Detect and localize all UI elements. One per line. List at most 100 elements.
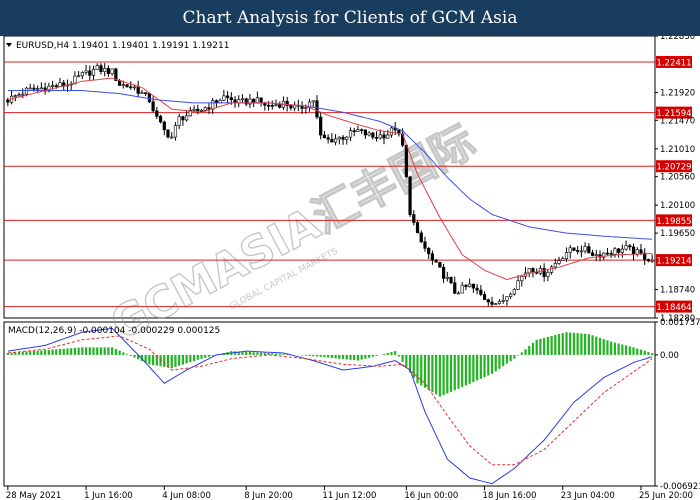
price-tick-label: 1.21010 bbox=[660, 145, 695, 155]
candle-body bbox=[594, 254, 598, 256]
candle-body bbox=[471, 283, 475, 289]
chart-area[interactable]: GCMASIA汇丰国际 GLOBAL CAPITAL MARKETS 1.224… bbox=[0, 36, 700, 500]
candle-body bbox=[17, 94, 21, 96]
candle-body bbox=[77, 75, 81, 78]
candle-body bbox=[549, 266, 554, 273]
candle-body bbox=[378, 134, 382, 139]
candle-body bbox=[546, 272, 550, 277]
candle-body bbox=[475, 287, 479, 291]
candle-body bbox=[628, 245, 632, 248]
level-label: 1.19214 bbox=[656, 257, 691, 267]
candle-body bbox=[371, 132, 375, 138]
macd-pane[interactable] bbox=[3, 321, 656, 487]
candle-body bbox=[173, 125, 178, 138]
candle-body bbox=[360, 129, 364, 131]
candle-body bbox=[58, 82, 62, 87]
candle-body bbox=[482, 294, 487, 300]
candle-body bbox=[129, 86, 133, 89]
candle-body bbox=[613, 248, 617, 255]
candle-body bbox=[468, 283, 472, 287]
candle-body bbox=[252, 98, 256, 104]
time-tick-label: 28 May 2021 bbox=[6, 491, 61, 500]
price-tick-label: 1.21920 bbox=[660, 88, 695, 98]
candle-body bbox=[646, 259, 651, 262]
time-tick-label: 23 Jun 04:00 bbox=[561, 491, 615, 500]
candle-body bbox=[423, 241, 427, 249]
level-label: 1.22411 bbox=[656, 58, 691, 68]
candle-body bbox=[583, 246, 587, 252]
candle-body bbox=[512, 289, 516, 295]
candle-body bbox=[527, 268, 531, 274]
candle-body bbox=[211, 100, 215, 110]
time-tick-label: 8 Jun 20:00 bbox=[244, 491, 293, 500]
candle-body bbox=[170, 136, 174, 139]
candle-body bbox=[333, 138, 338, 143]
time-tick-label: 18 Jun 16:00 bbox=[483, 491, 537, 500]
candle-body bbox=[322, 134, 327, 138]
candle-body bbox=[21, 93, 25, 96]
candle-body bbox=[106, 68, 111, 75]
level-label: 1.19855 bbox=[656, 217, 691, 227]
price-pane[interactable] bbox=[3, 36, 656, 319]
candle-body bbox=[430, 253, 435, 261]
time-tick-label: 1 Jun 16:00 bbox=[84, 491, 133, 500]
candle-body bbox=[568, 247, 572, 253]
candle-body bbox=[91, 69, 96, 76]
candle-body bbox=[80, 72, 84, 77]
candle-body bbox=[412, 214, 416, 223]
candle-body bbox=[36, 88, 40, 90]
candle-body bbox=[266, 104, 271, 107]
candle-body bbox=[564, 252, 569, 259]
candle-body bbox=[95, 65, 99, 70]
candle-body bbox=[561, 258, 565, 261]
candle-body bbox=[438, 261, 442, 268]
candle-body bbox=[125, 84, 129, 88]
candle-body bbox=[166, 129, 170, 138]
candle-body bbox=[576, 250, 580, 252]
candle-body bbox=[270, 105, 274, 107]
candle-body bbox=[225, 95, 230, 98]
candle-body bbox=[509, 293, 513, 297]
macd-tick-label: 0.001737 bbox=[660, 318, 700, 328]
candle-body bbox=[579, 250, 583, 253]
candle-body bbox=[84, 70, 88, 73]
macd-info: MACD(12,26,9) -0.000104 -0.000229 0.0001… bbox=[8, 326, 220, 336]
candle-body bbox=[453, 282, 457, 294]
candle-body bbox=[516, 280, 520, 290]
candle-body bbox=[445, 276, 449, 279]
candle-body bbox=[624, 245, 628, 250]
page-title: Chart Analysis for Clients of GCM Asia bbox=[0, 0, 700, 36]
candle-body bbox=[497, 301, 502, 304]
candle-body bbox=[609, 253, 613, 255]
candle-body bbox=[348, 130, 353, 138]
candle-body bbox=[386, 134, 390, 139]
candle-body bbox=[404, 144, 408, 178]
candle-body bbox=[151, 101, 155, 112]
candle-body bbox=[181, 116, 185, 121]
candle-body bbox=[374, 137, 379, 139]
candle-body bbox=[356, 129, 360, 132]
candle-body bbox=[240, 98, 245, 101]
candle-body bbox=[456, 292, 461, 295]
candle-body bbox=[650, 260, 654, 262]
time-tick-label: 4 Jun 08:00 bbox=[162, 491, 211, 500]
candle-body bbox=[255, 97, 259, 104]
price-tick-label: 1.22830 bbox=[660, 36, 695, 42]
candle-body bbox=[382, 134, 386, 139]
candle-body bbox=[274, 104, 278, 107]
price-tick-label: 1.20560 bbox=[660, 173, 695, 183]
macd-tick-label: 0.00 bbox=[660, 351, 679, 361]
candle-body bbox=[486, 299, 490, 303]
candle-body bbox=[587, 246, 591, 254]
candle-body bbox=[50, 85, 55, 87]
candle-body bbox=[590, 252, 595, 256]
candle-body bbox=[460, 284, 464, 294]
candle-body bbox=[330, 138, 334, 143]
symbol-info: EURUSD,H4 1.19401 1.19401 1.19191 1.1921… bbox=[16, 41, 229, 51]
candle-body bbox=[531, 268, 535, 273]
candle-body bbox=[289, 105, 293, 109]
candle-body bbox=[99, 65, 103, 72]
price-tick-label: 1.21470 bbox=[660, 116, 695, 126]
candle-body bbox=[199, 109, 204, 112]
candle-body bbox=[557, 260, 561, 264]
